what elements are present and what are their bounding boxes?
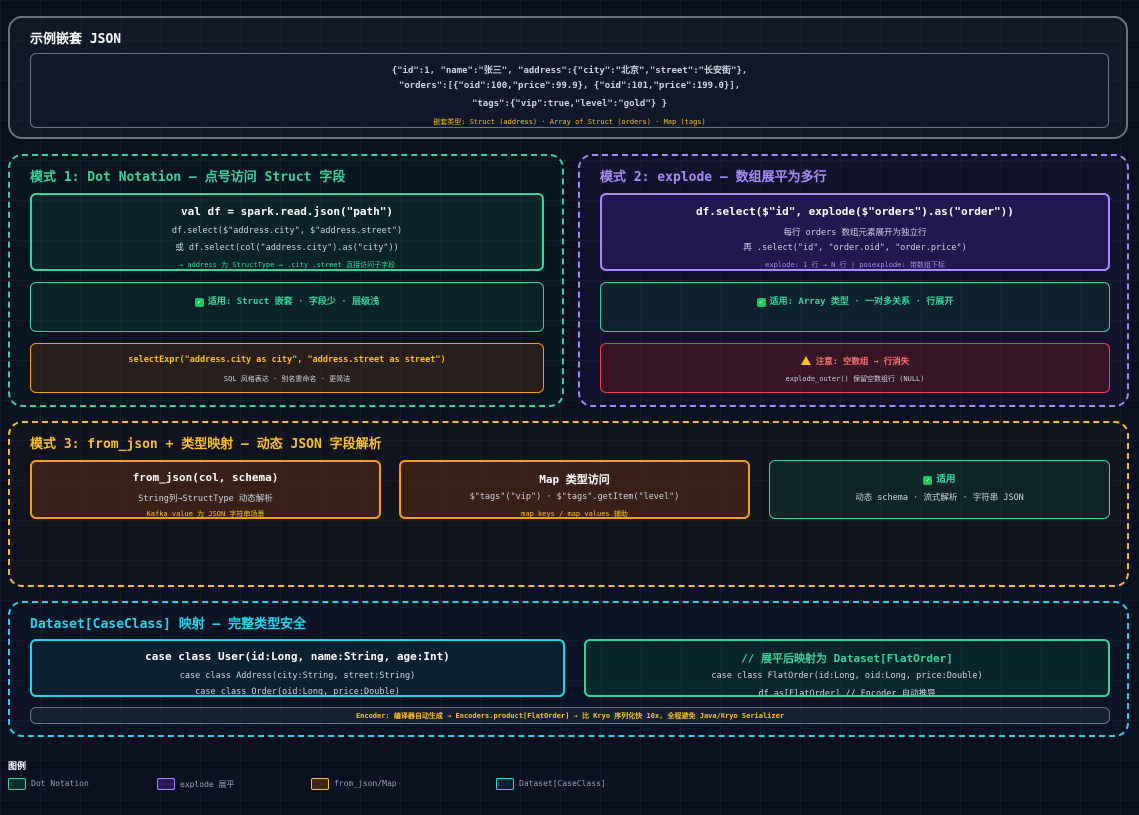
mode3-fromjson-note: Kafka value 为 JSON 字符串场景 (146, 510, 265, 518)
check-icon: ✓ (923, 476, 933, 485)
legend-label-explode: explode 展平 (180, 780, 235, 789)
legend-swatch-dataset (496, 778, 514, 790)
legend-label-from-json: from_json/Map (334, 779, 397, 788)
sample-json-panel: 示例嵌套 JSON {"id":1, "name":"张三", "address… (8, 16, 1128, 139)
mode1-title: 模式 1: Dot Notation — 点号访问 Struct 字段 (30, 170, 346, 185)
dataset-panel: Dataset[CaseClass] 映射 — 完整类型安全 case clas… (8, 601, 1129, 737)
sample-json-line-2: "orders":[{"oid":100,"price":99.9}, {"oi… (398, 81, 741, 91)
dataset-flatorder-line-1: case class FlatOrder(id:Long, oid:Long, … (711, 671, 983, 681)
dataset-encoder-footer: Encoder: 编译器自动生成 → Encoders.product[Flat… (30, 707, 1110, 724)
dataset-flatorder-line-2: df.as[FlatOrder] // Encoder 自动推导 (758, 689, 936, 697)
mode2-code-box: df.select($"id", explode($"orders").as("… (600, 193, 1110, 271)
sample-json-code-box: {"id":1, "name":"张三", "address":{"city":… (30, 53, 1109, 128)
mode2-code-line-2: 再 .select("id", "order.oid", "order.pric… (743, 243, 967, 253)
mode1-selectexpr-sub: SQL 风格表达 · 别名重命名 · 更简洁 (223, 375, 351, 383)
mode1-code-line-1: df.select($"address.city", $"address.str… (171, 226, 403, 236)
mode2-panel: 模式 2: explode — 数组展平为多行 df.select($"id",… (578, 154, 1129, 407)
mode1-code-main: val df = spark.read.json("path") (181, 205, 393, 218)
sample-json-line-3: "tags":{"vip":true,"level":"gold"} } (471, 99, 668, 109)
mode2-code-main: df.select($"id", explode($"orders").as("… (696, 205, 1014, 218)
mode1-usecase-text: 适用: Struct 嵌套 · 字段少 · 层级浅 (207, 297, 380, 307)
mode3-map-sub: $"tags"("vip") · $"tags".getItem("level"… (469, 492, 680, 502)
mode2-warning-text: 注意: 空数组 → 行消失 (815, 357, 910, 367)
mode1-selectexpr-code: selectExpr("address.city as city", "addr… (128, 355, 446, 365)
sample-json-line-1: {"id":1, "name":"张三", "address":{"city":… (391, 66, 748, 76)
mode2-warning-box: 注意: 空数组 → 行消失 explode_outer() 保留空数组行 (NU… (600, 343, 1110, 393)
dataset-caseclass-box: case class User(id:Long, name:String, ag… (30, 639, 565, 697)
dataset-caseclass-code: case class User(id:Long, name:String, ag… (145, 650, 450, 663)
mode1-usecase-box: ✓ 适用: Struct 嵌套 · 字段少 · 层级浅 (30, 282, 544, 332)
dataset-flatorder-box: // 展平后映射为 Dataset[FlatOrder] case class … (584, 639, 1110, 697)
dataset-flatorder-comment: // 展平后映射为 Dataset[FlatOrder] (741, 652, 953, 665)
legend-label-dot-notation: Dot Notation (31, 779, 89, 788)
mode2-code-line-1: 每行 orders 数组元素展开为独立行 (783, 228, 927, 238)
warning-icon (800, 356, 811, 365)
mode2-code-note: explode: 1 行 → N 行 | posexplode: 带数组下标 (765, 261, 945, 269)
dataset-encoder-text: Encoder: 编译器自动生成 → Encoders.product[Flat… (355, 712, 785, 720)
mode3-map-box: Map 类型访问 $"tags"("vip") · $"tags".getIte… (399, 460, 750, 519)
dataset-caseclass-line-2: case class Order(oid:Long, price:Double) (195, 687, 400, 697)
legend-label-dataset: Dataset[CaseClass] (519, 779, 606, 788)
dataset-caseclass-line-1: case class Address(city:String, street:S… (179, 671, 416, 681)
legend-swatch-dot-notation (8, 778, 26, 790)
mode3-map-title: Map 类型访问 (539, 473, 610, 486)
legend-swatch-from-json (311, 778, 329, 790)
mode3-usecase-title: 适用 (936, 474, 956, 485)
mode1-code-line-2: 或 df.select(col("address.city").as("city… (175, 243, 399, 253)
mode3-title: 模式 3: from_json + 类型映射 — 动态 JSON 字段解析 (30, 437, 382, 452)
mode1-code-note: → address 为 StructType → .city .street 直… (178, 261, 396, 269)
mode3-panel: 模式 3: from_json + 类型映射 — 动态 JSON 字段解析 fr… (8, 421, 1129, 587)
dataset-title: Dataset[CaseClass] 映射 — 完整类型安全 (30, 617, 307, 632)
mode2-usecase-text: 适用: Array 类型 · 一对多关系 · 行展开 (769, 297, 954, 307)
mode3-fromjson-sub: String列→StructType 动态解析 (138, 494, 273, 504)
mode2-title: 模式 2: explode — 数组展平为多行 (600, 170, 827, 185)
sample-json-note: 嵌套类型: Struct (address) · Array of Struct… (433, 118, 706, 126)
mode3-usecase-sub: 动态 schema · 流式解析 · 字符串 JSON (855, 493, 1024, 503)
check-icon: ✓ (194, 298, 204, 307)
sample-json-title: 示例嵌套 JSON (30, 32, 122, 47)
mode3-map-note: map_keys / map_values 辅助 (521, 510, 628, 518)
mode1-selectexpr-box: selectExpr("address.city as city", "addr… (30, 343, 544, 393)
legend-title: 图例 (8, 762, 27, 772)
mode2-warning-sub: explode_outer() 保留空数组行 (NULL) (785, 375, 925, 383)
mode1-panel: 模式 1: Dot Notation — 点号访问 Struct 字段 val … (8, 154, 564, 407)
check-icon: ✓ (756, 298, 766, 307)
mode3-fromjson-code: from_json(col, schema) (132, 471, 279, 484)
mode3-fromjson-box: from_json(col, schema) String列→StructTyp… (30, 460, 381, 519)
mode3-usecase-box: ✓ 适用 动态 schema · 流式解析 · 字符串 JSON (769, 460, 1110, 519)
mode2-usecase-box: ✓ 适用: Array 类型 · 一对多关系 · 行展开 (600, 282, 1110, 332)
mode1-code-box: val df = spark.read.json("path") df.sele… (30, 193, 544, 271)
legend-swatch-explode (157, 778, 175, 790)
